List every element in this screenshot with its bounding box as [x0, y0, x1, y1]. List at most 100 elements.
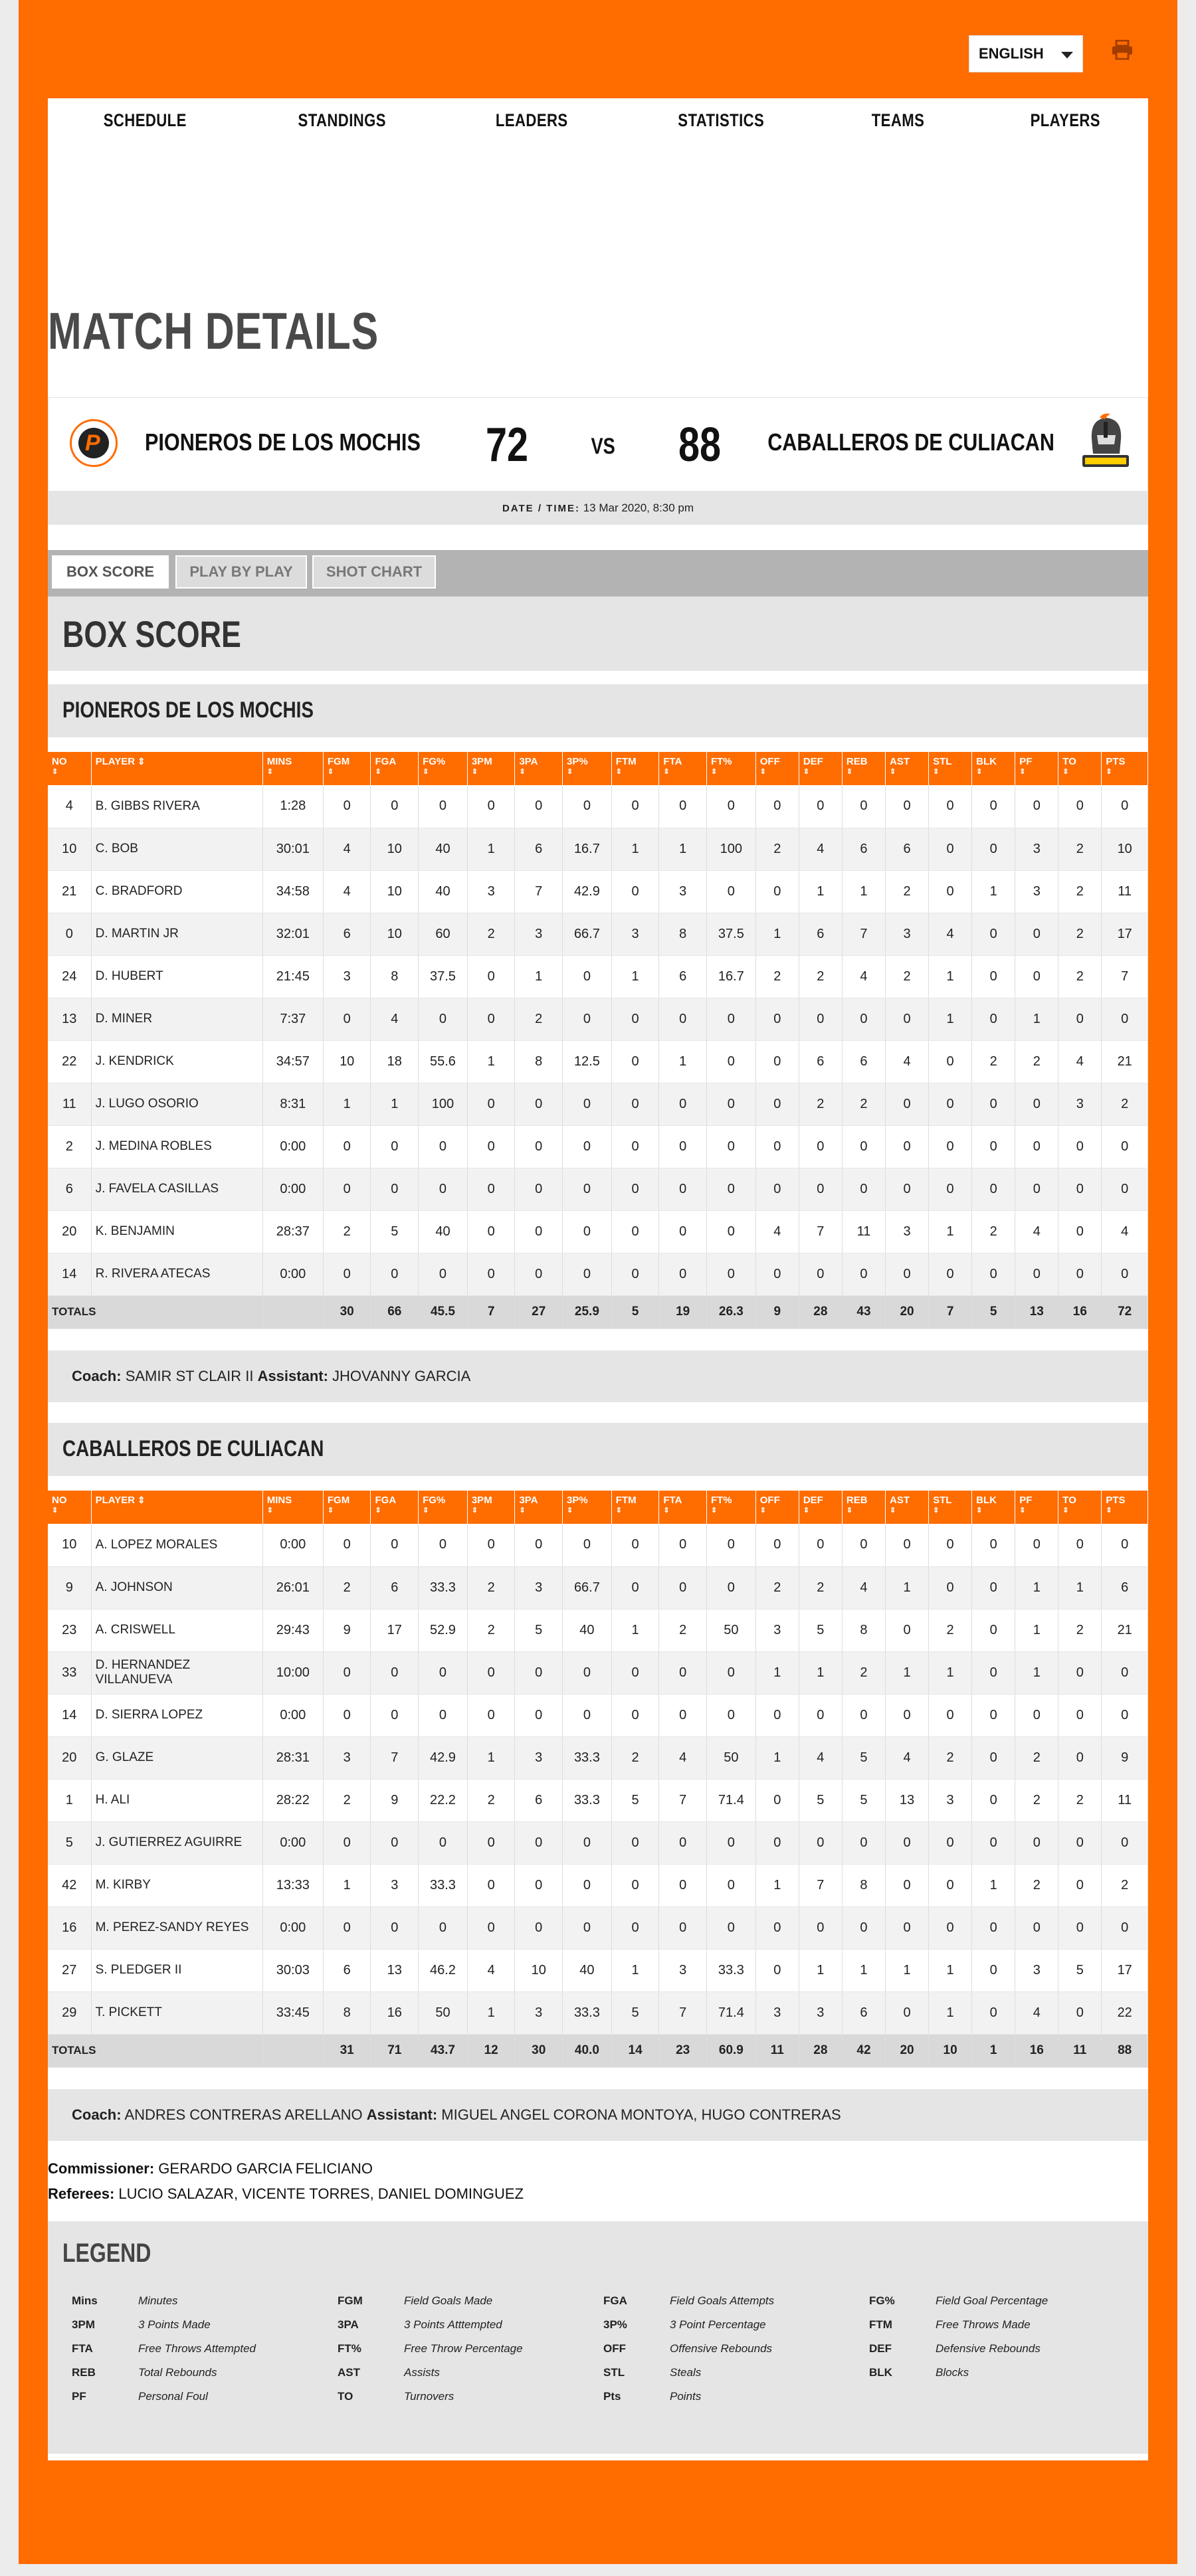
sort-icon[interactable]: ⇕ — [328, 1507, 371, 1515]
column-header-mins[interactable]: MINS ⇕ — [262, 752, 324, 785]
player-name[interactable]: A. CRISWELL — [91, 1609, 263, 1652]
column-header-pts[interactable]: PTS ⇕ — [1101, 752, 1148, 785]
player-name[interactable]: D. HUBERT — [91, 955, 263, 998]
column-header-mins[interactable]: MINS ⇕ — [262, 1491, 324, 1524]
column-header-fgm[interactable]: FGM ⇕ — [323, 752, 371, 785]
column-header-def[interactable]: DEF ⇕ — [799, 752, 843, 785]
column-header-3p-pct[interactable]: 3P% ⇕ — [562, 1491, 612, 1524]
player-name[interactable]: J. LUGO OSORIO — [91, 1083, 263, 1126]
column-header-fg-pct[interactable]: FG% ⇕ — [418, 1491, 468, 1524]
sort-icon[interactable]: ⇕ — [616, 769, 659, 776]
nav-standings[interactable]: STANDINGS — [298, 110, 385, 138]
column-header-no[interactable]: NO ⇕ — [48, 752, 92, 785]
nav-leaders[interactable]: LEADERS — [496, 110, 568, 138]
sort-icon[interactable]: ⇕ — [519, 1507, 562, 1515]
sort-icon[interactable]: ⇕ — [423, 1507, 467, 1515]
sort-icon[interactable]: ⇕ — [1062, 1507, 1101, 1515]
player-name[interactable]: A. LOPEZ MORALES — [91, 1524, 263, 1567]
player-name[interactable]: S. PLEDGER II — [91, 1949, 263, 1992]
sort-icon[interactable]: ⇕ — [472, 769, 515, 776]
column-header-off[interactable]: OFF ⇕ — [755, 752, 799, 785]
column-header-ft-pct[interactable]: FT% ⇕ — [706, 1491, 756, 1524]
sort-icon[interactable]: ⇕ — [375, 769, 418, 776]
player-name[interactable]: J. MEDINA ROBLES — [91, 1125, 263, 1168]
sort-icon[interactable]: ⇕ — [803, 769, 842, 776]
column-header-3pa[interactable]: 3PA ⇕ — [514, 752, 563, 785]
language-select[interactable]: ENGLISH — [969, 35, 1083, 72]
column-header-fga[interactable]: FGA ⇕ — [370, 1491, 419, 1524]
home-team-logo[interactable]: P — [70, 419, 118, 467]
column-header-stl[interactable]: STL ⇕ — [928, 1491, 973, 1524]
sort-icon[interactable]: ⇕ — [267, 769, 323, 776]
nav-statistics[interactable]: STATISTICS — [678, 110, 764, 138]
sort-icon[interactable]: ⇕ — [328, 769, 371, 776]
column-header-fta[interactable]: FTA ⇕ — [658, 752, 707, 785]
sort-icon[interactable]: ⇕ — [711, 1507, 755, 1515]
sort-icon[interactable]: ⇕ — [847, 769, 885, 776]
sort-icon[interactable]: ⇕ — [890, 769, 928, 776]
column-header-ftm[interactable]: FTM ⇕ — [611, 752, 660, 785]
column-header-stl[interactable]: STL ⇕ — [928, 752, 973, 785]
tab-play-by-play[interactable]: PLAY BY PLAY — [175, 555, 307, 589]
sort-icon[interactable]: ⇕ — [519, 769, 562, 776]
player-name[interactable]: J. KENDRICK — [91, 1040, 263, 1083]
column-header-3p-pct[interactable]: 3P% ⇕ — [562, 752, 612, 785]
column-header-fga[interactable]: FGA ⇕ — [370, 752, 419, 785]
player-name[interactable]: D. MINER — [91, 998, 263, 1041]
nav-schedule[interactable]: SCHEDULE — [104, 110, 187, 138]
player-name[interactable]: D. MARTIN JR — [91, 913, 263, 956]
column-header-blk[interactable]: BLK ⇕ — [971, 1491, 1016, 1524]
sort-icon[interactable]: ⇕ — [890, 1507, 928, 1515]
sort-icon[interactable]: ⇕ — [1062, 769, 1101, 776]
column-header-fta[interactable]: FTA ⇕ — [658, 1491, 707, 1524]
away-team-name[interactable]: CABALLEROS DE CULIACAN — [767, 428, 1054, 456]
sort-icon[interactable]: ⇕ — [663, 769, 706, 776]
column-header-to[interactable]: TO ⇕ — [1058, 1491, 1102, 1524]
column-header-3pa[interactable]: 3PA ⇕ — [514, 1491, 563, 1524]
player-name[interactable]: B. GIBBS RIVERA — [91, 785, 263, 828]
sort-icon[interactable]: ⇕ — [135, 1495, 146, 1505]
sort-icon[interactable]: ⇕ — [803, 1507, 842, 1515]
player-name[interactable]: J. GUTIERREZ AGUIRRE — [91, 1821, 263, 1865]
sort-icon[interactable]: ⇕ — [423, 769, 467, 776]
sort-icon[interactable]: ⇕ — [976, 769, 1015, 776]
column-header-ftm[interactable]: FTM ⇕ — [611, 1491, 660, 1524]
column-header-3pm[interactable]: 3PM ⇕ — [467, 752, 516, 785]
column-header-ast[interactable]: AST ⇕ — [885, 752, 930, 785]
sort-icon[interactable]: ⇕ — [1106, 769, 1147, 776]
column-header-player[interactable]: PLAYER ⇕ — [91, 752, 263, 785]
tab-shot-chart[interactable]: SHOT CHART — [312, 555, 436, 589]
player-name[interactable]: M. KIRBY — [91, 1864, 263, 1907]
player-name[interactable]: K. BENJAMIN — [91, 1210, 263, 1253]
column-header-blk[interactable]: BLK ⇕ — [971, 752, 1016, 785]
print-icon[interactable] — [1111, 40, 1134, 60]
column-header-player[interactable]: PLAYER ⇕ — [91, 1491, 263, 1524]
sort-icon[interactable]: ⇕ — [933, 769, 971, 776]
player-name[interactable]: M. PEREZ-SANDY REYES — [91, 1906, 263, 1950]
sort-icon[interactable]: ⇕ — [760, 1507, 799, 1515]
column-header-pf[interactable]: PF ⇕ — [1015, 1491, 1059, 1524]
player-name[interactable]: G. GLAZE — [91, 1736, 263, 1780]
column-header-ft-pct[interactable]: FT% ⇕ — [706, 752, 756, 785]
sort-icon[interactable]: ⇕ — [933, 1507, 971, 1515]
sort-icon[interactable]: ⇕ — [267, 1507, 323, 1515]
player-name[interactable]: D. SIERRA LOPEZ — [91, 1694, 263, 1737]
home-team-name[interactable]: PIONEROS DE LOS MOCHIS — [145, 428, 421, 456]
sort-icon[interactable]: ⇕ — [1106, 1507, 1147, 1515]
sort-icon[interactable]: ⇕ — [375, 1507, 418, 1515]
nav-teams[interactable]: TEAMS — [872, 110, 925, 138]
column-header-reb[interactable]: REB ⇕ — [842, 752, 886, 785]
player-name[interactable]: A. JOHNSON — [91, 1566, 263, 1610]
column-header-ast[interactable]: AST ⇕ — [885, 1491, 930, 1524]
sort-icon[interactable]: ⇕ — [711, 769, 755, 776]
sort-icon[interactable]: ⇕ — [1019, 1507, 1058, 1515]
sort-icon[interactable]: ⇕ — [567, 1507, 611, 1515]
column-header-reb[interactable]: REB ⇕ — [842, 1491, 886, 1524]
sort-icon[interactable]: ⇕ — [1019, 769, 1058, 776]
sort-icon[interactable]: ⇕ — [472, 1507, 515, 1515]
player-name[interactable]: H. ALI — [91, 1779, 263, 1822]
column-header-off[interactable]: OFF ⇕ — [755, 1491, 799, 1524]
column-header-to[interactable]: TO ⇕ — [1058, 752, 1102, 785]
sort-icon[interactable]: ⇕ — [135, 756, 146, 767]
column-header-pf[interactable]: PF ⇕ — [1015, 752, 1059, 785]
